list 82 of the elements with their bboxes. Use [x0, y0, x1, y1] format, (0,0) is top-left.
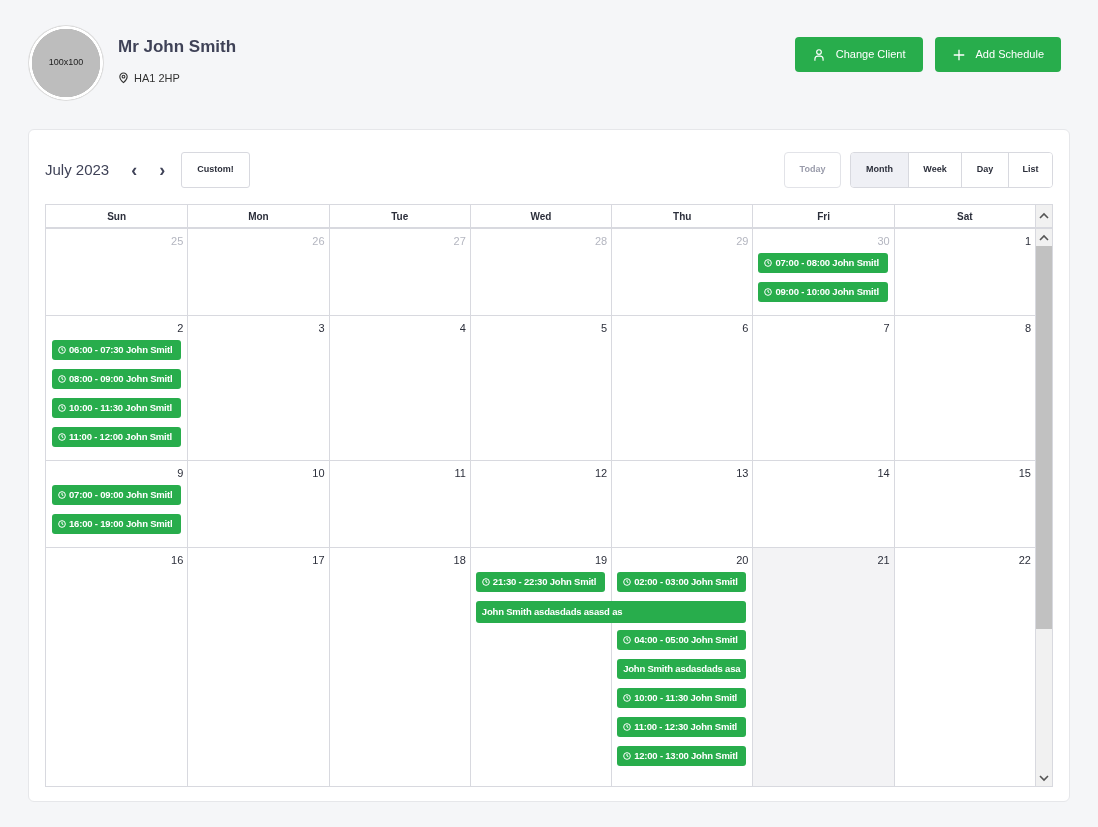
- day-number: 29: [736, 234, 750, 249]
- clock-icon: [58, 375, 66, 383]
- day-number: 1: [1024, 234, 1032, 249]
- day-number: 22: [1018, 553, 1032, 568]
- clock-icon: [623, 578, 632, 586]
- custom-button[interactable]: Custom!: [181, 152, 250, 188]
- event-chip[interactable]: 08:00 - 09:00 John Smitl: [52, 369, 182, 389]
- event-chip[interactable]: 21:30 - 22:30 John Smitl: [475, 572, 606, 592]
- day-number: 13: [736, 466, 750, 481]
- plus-icon: [951, 47, 966, 62]
- clock-icon: [764, 259, 773, 267]
- clock-icon: [623, 752, 632, 760]
- event-chip[interactable]: John Smith asdasdads asasd as: [475, 601, 747, 623]
- day-number: 12: [594, 466, 609, 481]
- clock-icon: [481, 578, 490, 586]
- weekday-header: Tue: [328, 205, 470, 227]
- event-chip[interactable]: 02:00 - 03:00 John Smitl: [617, 572, 747, 592]
- day-number: 7: [883, 321, 891, 336]
- clock-icon: [623, 694, 632, 702]
- event-chip[interactable]: 06:00 - 07:30 John Smitl: [52, 340, 182, 360]
- scroll-up-icon[interactable]: [1039, 212, 1049, 220]
- add-schedule-button[interactable]: Add Schedule: [934, 37, 1061, 72]
- day-number: 11: [454, 466, 467, 481]
- weekday-header: Sun: [106, 209, 128, 224]
- day-number: 5: [601, 321, 609, 336]
- day-number: 16: [171, 553, 185, 568]
- avatar-label: 100x100: [48, 56, 84, 70]
- event-chip[interactable]: 07:00 - 09:00 John Smitl: [52, 485, 182, 505]
- event-chip[interactable]: 12:00 - 13:00 John Smitl: [617, 746, 747, 766]
- day-number: 21: [877, 553, 891, 568]
- event-chip[interactable]: 10:00 - 11:30 John Smitl: [52, 398, 182, 418]
- day-number: 25: [171, 234, 185, 249]
- weekday-header: Thu: [611, 205, 753, 227]
- clock-icon: [58, 491, 66, 499]
- event-chip[interactable]: 10:00 - 11:30 John Smitl: [617, 688, 747, 708]
- day-number: 28: [594, 234, 609, 249]
- event-chip[interactable]: 09:00 - 10:00 John Smitl: [758, 282, 888, 302]
- weekday-header: Wed: [469, 205, 612, 227]
- day-number: 18: [453, 553, 467, 568]
- event-chip[interactable]: 16:00 - 19:00 John Smitl: [52, 514, 182, 534]
- weekday-header: Mon: [187, 205, 329, 227]
- clock-icon: [764, 288, 773, 296]
- previous-button[interactable]: ‹: [127, 161, 142, 179]
- next-button[interactable]: ›: [155, 161, 170, 179]
- day-number: 20: [736, 553, 750, 568]
- day-number: 26: [312, 234, 326, 249]
- day-number: 14: [877, 466, 891, 481]
- clock-icon: [58, 433, 66, 441]
- user-icon: [811, 47, 826, 62]
- day-number: 15: [1018, 466, 1032, 481]
- day-number: 19: [594, 553, 609, 568]
- day-number: 27: [453, 234, 467, 249]
- scroll-down-icon[interactable]: [1039, 773, 1049, 782]
- day-number: 17: [312, 553, 326, 568]
- event-chip[interactable]: 04:00 - 05:00 John Smitl: [617, 630, 747, 650]
- clock-icon: [58, 520, 66, 528]
- month-title: July 2023: [45, 159, 110, 180]
- scroll-up-icon[interactable]: [1039, 233, 1049, 242]
- day-number: 6: [742, 321, 750, 336]
- event-chip[interactable]: 11:00 - 12:00 John Smitl: [52, 427, 182, 447]
- weekday-header: Fri: [752, 205, 894, 227]
- day-number: 10: [312, 466, 326, 481]
- clock-icon: [58, 346, 66, 354]
- day-number: 30: [877, 234, 891, 249]
- day-number: 2: [177, 321, 185, 336]
- view-tab[interactable]: List: [1008, 153, 1052, 187]
- event-chip[interactable]: 11:00 - 12:30 John Smitl: [617, 717, 747, 737]
- view-tab[interactable]: Month: [851, 153, 908, 187]
- clock-icon: [623, 636, 632, 644]
- scrollbar-thumb[interactable]: [1036, 246, 1052, 629]
- day-number: 8: [1024, 321, 1032, 336]
- location-pin-icon: [118, 71, 129, 84]
- clock-icon: [623, 723, 632, 731]
- client-name: Mr John Smith: [118, 36, 237, 58]
- clock-icon: [58, 404, 66, 412]
- change-client-button[interactable]: Change Client: [794, 37, 923, 72]
- day-number: 4: [459, 321, 467, 336]
- event-chip[interactable]: John Smith asdasdads asa: [617, 659, 747, 679]
- day-number: 9: [177, 466, 185, 481]
- postcode: HA1 2HP: [134, 70, 180, 86]
- event-chip[interactable]: 07:00 - 08:00 John Smitl: [758, 253, 888, 273]
- day-number: 3: [318, 321, 326, 336]
